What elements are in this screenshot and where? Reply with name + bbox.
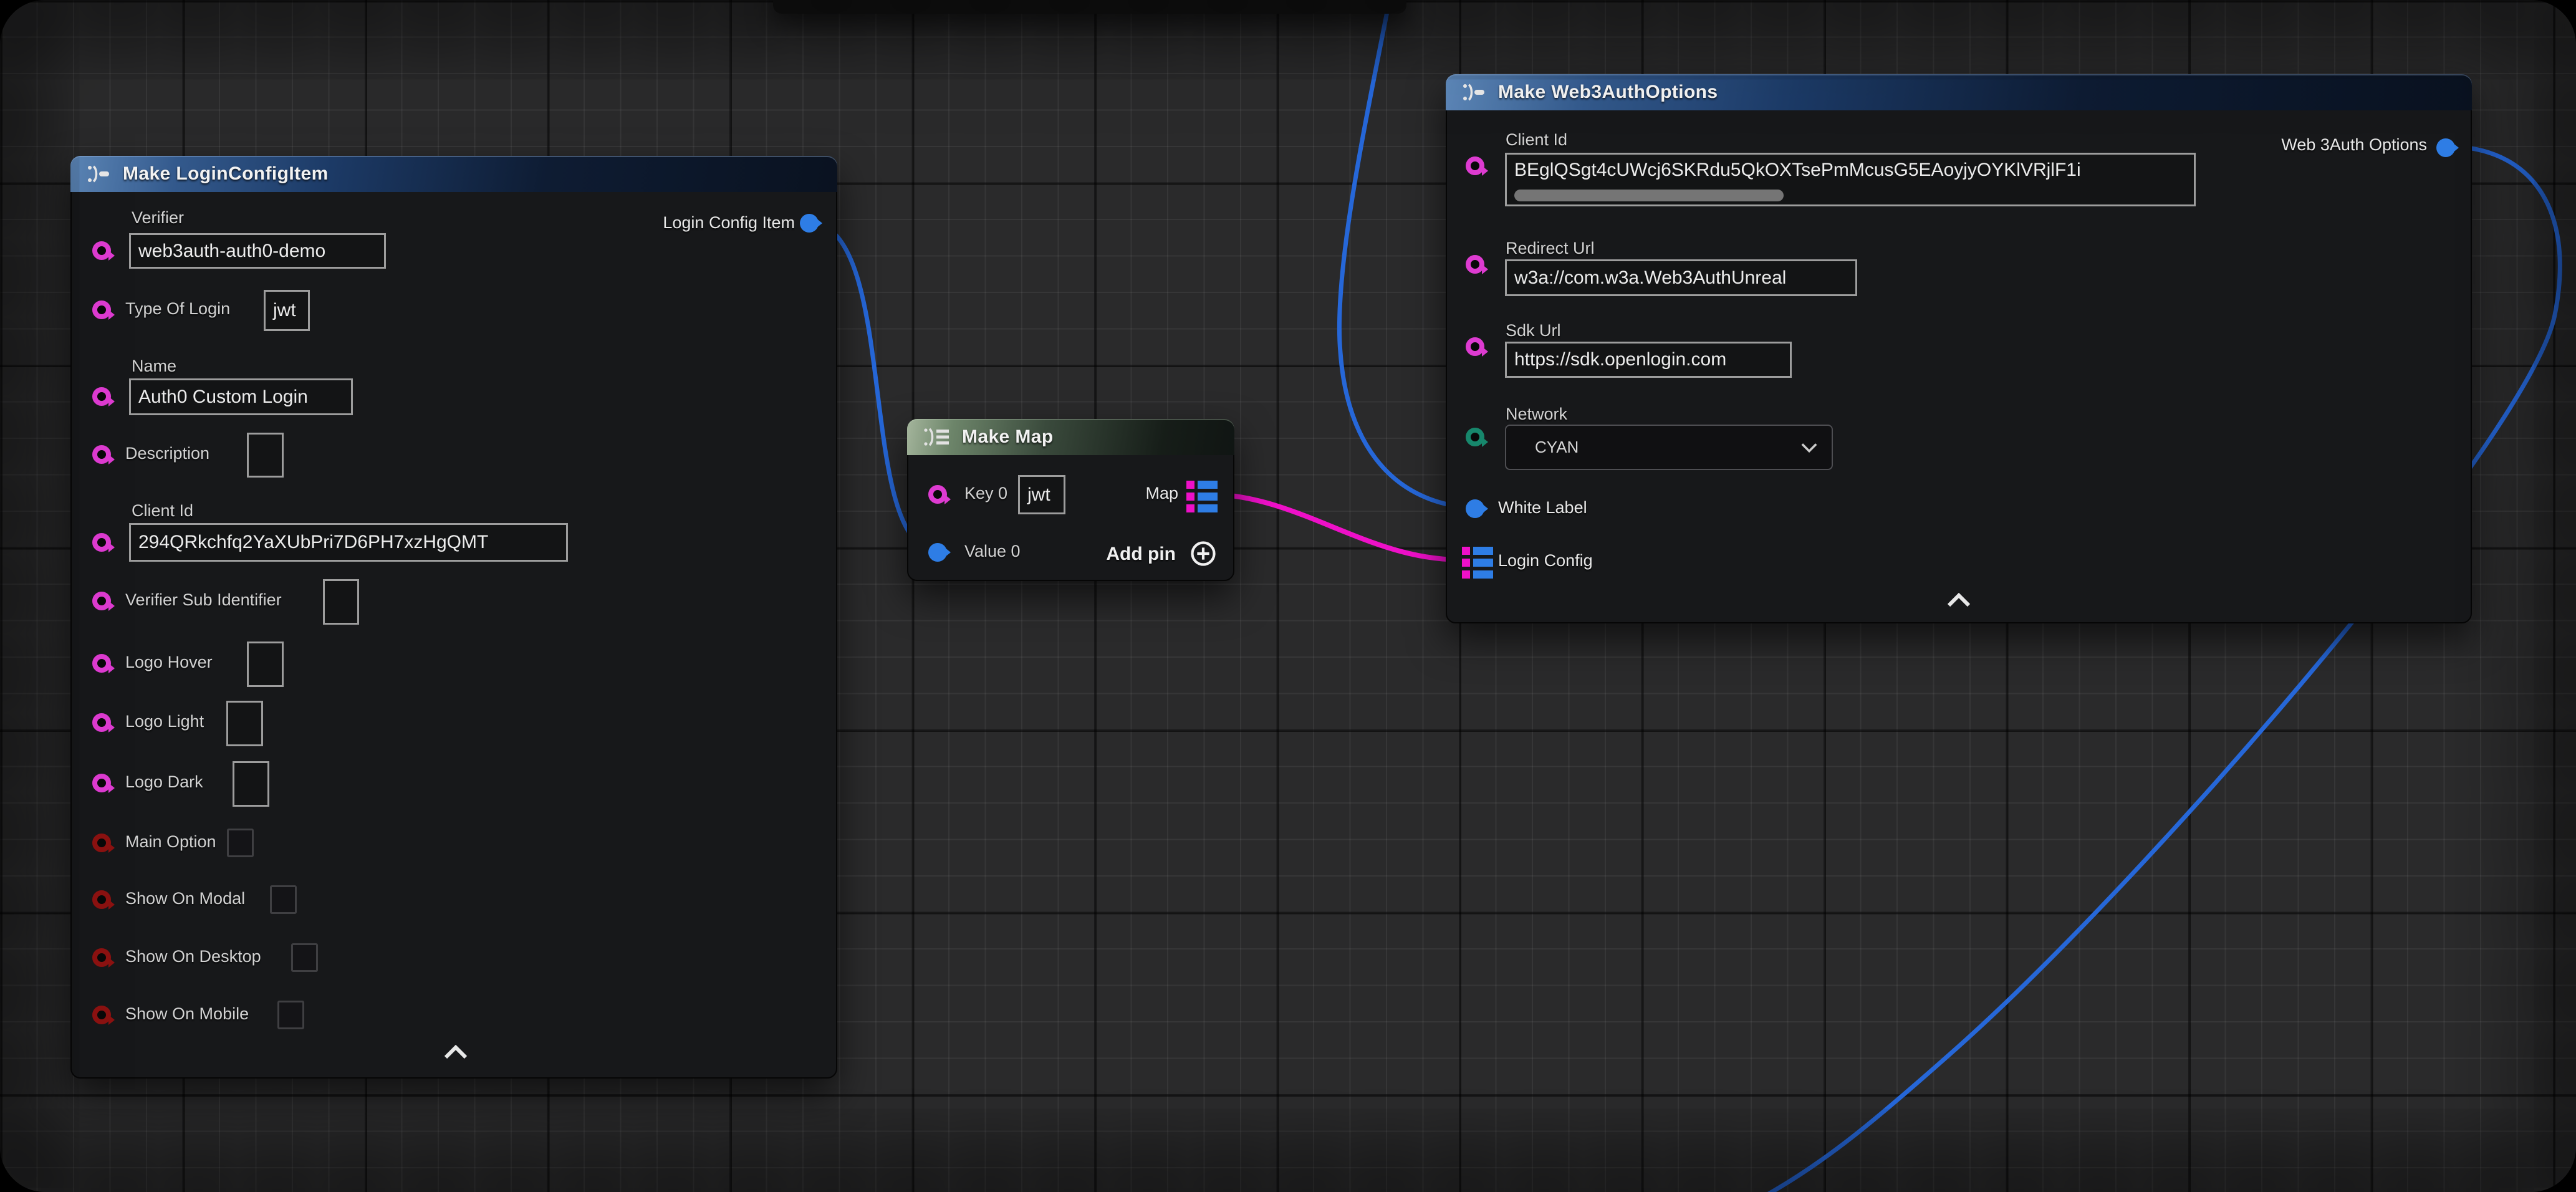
pin-label-sdk-url: Sdk Url	[1506, 321, 1561, 340]
offscreen-node-edge[interactable]	[773, 0, 1406, 14]
pin-label-map: Map	[1145, 484, 1178, 503]
add-pin-icon[interactable]	[1190, 541, 1216, 570]
pin-client-id[interactable]	[92, 533, 111, 552]
pin-label-main-option: Main Option	[125, 832, 216, 852]
logo-dark-input[interactable]	[233, 761, 269, 807]
pin-verifier[interactable]	[92, 241, 111, 260]
client-id-input[interactable]: 294QRkchfq2YaXUbPri7D6PH7xzHgQMT	[129, 523, 568, 562]
wire-map-to-loginconfig[interactable]	[1216, 494, 1461, 560]
description-input[interactable]	[247, 433, 284, 478]
pin-label-redirect-url: Redirect Url	[1506, 239, 1595, 258]
node-title: Make Map	[962, 426, 1054, 448]
node-title: Make LoginConfigItem	[123, 163, 329, 185]
client-id-value: BEglQSgt4cUWcj6SKRdu5QkOXTsePmMcusG5EAoy…	[1514, 160, 2189, 181]
make-struct-icon	[1462, 83, 1487, 102]
make-struct-icon	[87, 165, 112, 183]
output-label: Login Config Item	[663, 213, 795, 233]
verifier-value: web3auth-auth0-demo	[138, 241, 325, 262]
client-id-scrollbar[interactable]	[1514, 190, 1784, 201]
client-id-input[interactable]: BEglQSgt4cUWcj6SKRdu5QkOXTsePmMcusG5EAoy…	[1505, 153, 2196, 206]
pin-label-value-0: Value 0	[964, 542, 1021, 561]
node-make-loginconfigitem[interactable]: Make LoginConfigItem Login Config Item V…	[70, 156, 837, 1079]
logo-light-input[interactable]	[226, 701, 263, 746]
pin-label-show-on-desktop: Show On Desktop	[125, 947, 261, 966]
blueprint-graph-canvas[interactable]: Make LoginConfigItem Login Config Item V…	[0, 0, 2576, 1192]
node-header[interactable]: Make Map	[907, 419, 1234, 455]
show-on-modal-checkbox[interactable]	[270, 885, 297, 914]
pin-label-type-of-login: Type Of Login	[125, 299, 230, 319]
pin-description[interactable]	[92, 445, 111, 464]
pin-label-network: Network	[1506, 405, 1567, 424]
type-of-login-value: jwt	[273, 300, 296, 321]
pin-show-on-modal[interactable]	[92, 890, 111, 909]
pin-login-config[interactable]	[1462, 547, 1493, 579]
pin-show-on-desktop[interactable]	[92, 948, 111, 967]
output-label: Web 3Auth Options	[2281, 135, 2427, 155]
collapse-chevron-icon[interactable]	[443, 1045, 468, 1063]
node-title: Make Web3AuthOptions	[1498, 82, 1718, 103]
pin-main-option[interactable]	[92, 834, 111, 852]
output-pin-login-config-item[interactable]	[800, 214, 819, 233]
pin-network[interactable]	[1466, 428, 1484, 446]
pin-white-label[interactable]	[1466, 499, 1484, 518]
pin-value-0[interactable]	[928, 543, 947, 562]
sdk-url-value: https://sdk.openlogin.com	[1514, 349, 1726, 370]
network-dropdown[interactable]: CYAN	[1505, 425, 1833, 470]
pin-label-show-on-modal: Show On Modal	[125, 889, 245, 908]
node-make-map[interactable]: Make Map Key 0 jwt Map Value 0 Add pin	[907, 419, 1234, 581]
pin-key-0[interactable]	[928, 485, 947, 504]
key-0-value: jwt	[1027, 484, 1050, 506]
show-on-mobile-checkbox[interactable]	[277, 1001, 304, 1029]
logo-hover-input[interactable]	[247, 642, 284, 687]
pin-name[interactable]	[92, 387, 111, 406]
pin-sdk-url[interactable]	[1466, 337, 1484, 356]
name-input[interactable]: Auth0 Custom Login	[129, 378, 353, 415]
pin-label-client-id: Client Id	[1506, 130, 1567, 150]
pin-type-of-login[interactable]	[92, 300, 111, 319]
redirect-url-input[interactable]: w3a://com.w3a.Web3AuthUnreal	[1505, 259, 1857, 296]
pin-logo-hover[interactable]	[92, 654, 111, 673]
pin-label-name: Name	[132, 357, 176, 376]
pin-label-logo-hover: Logo Hover	[125, 653, 213, 672]
pin-label-logo-dark: Logo Dark	[125, 772, 203, 792]
node-make-web3authoptions[interactable]: Make Web3AuthOptions Web 3Auth Options C…	[1446, 74, 2472, 623]
key-0-input[interactable]: jwt	[1018, 475, 1065, 514]
verifier-sub-identifier-input[interactable]	[323, 579, 359, 625]
pin-label-white-label: White Label	[1498, 498, 1587, 517]
pin-label-login-config: Login Config	[1498, 551, 1593, 570]
pin-label-logo-light: Logo Light	[125, 712, 204, 731]
name-value: Auth0 Custom Login	[138, 387, 308, 408]
pin-label-verifier: Verifier	[132, 208, 184, 228]
output-pin-web3auth-options[interactable]	[2436, 138, 2455, 157]
pin-client-id[interactable]	[1466, 156, 1484, 175]
output-pin-map[interactable]	[1186, 481, 1218, 512]
make-map-icon	[923, 428, 951, 446]
chevron-down-icon	[1800, 442, 1818, 453]
type-of-login-input[interactable]: jwt	[264, 290, 310, 331]
network-selected-value: CYAN	[1535, 438, 1579, 457]
pin-label-key-0: Key 0	[964, 484, 1007, 503]
client-id-value: 294QRkchfq2YaXUbPri7D6PH7xzHgQMT	[138, 532, 488, 553]
pin-verifier-sub-identifier[interactable]	[92, 592, 111, 610]
verifier-input[interactable]: web3auth-auth0-demo	[129, 233, 386, 269]
pin-show-on-mobile[interactable]	[92, 1006, 111, 1024]
node-header[interactable]: Make Web3AuthOptions	[1446, 74, 2472, 110]
pin-label-client-id: Client Id	[132, 501, 193, 521]
pin-label-description: Description	[125, 444, 209, 463]
sdk-url-input[interactable]: https://sdk.openlogin.com	[1505, 342, 1792, 378]
add-pin-button[interactable]: Add pin	[1106, 544, 1176, 565]
show-on-desktop-checkbox[interactable]	[291, 943, 318, 972]
pin-label-show-on-mobile: Show On Mobile	[125, 1004, 249, 1024]
collapse-chevron-icon[interactable]	[1946, 593, 1971, 611]
main-option-checkbox[interactable]	[227, 829, 254, 857]
node-header[interactable]: Make LoginConfigItem	[70, 156, 837, 192]
pin-logo-dark[interactable]	[92, 774, 111, 792]
pin-logo-light[interactable]	[92, 713, 111, 732]
pin-label-verifier-sub-identifier: Verifier Sub Identifier	[125, 590, 282, 610]
pin-redirect-url[interactable]	[1466, 255, 1484, 274]
redirect-url-value: w3a://com.w3a.Web3AuthUnreal	[1514, 267, 1786, 289]
